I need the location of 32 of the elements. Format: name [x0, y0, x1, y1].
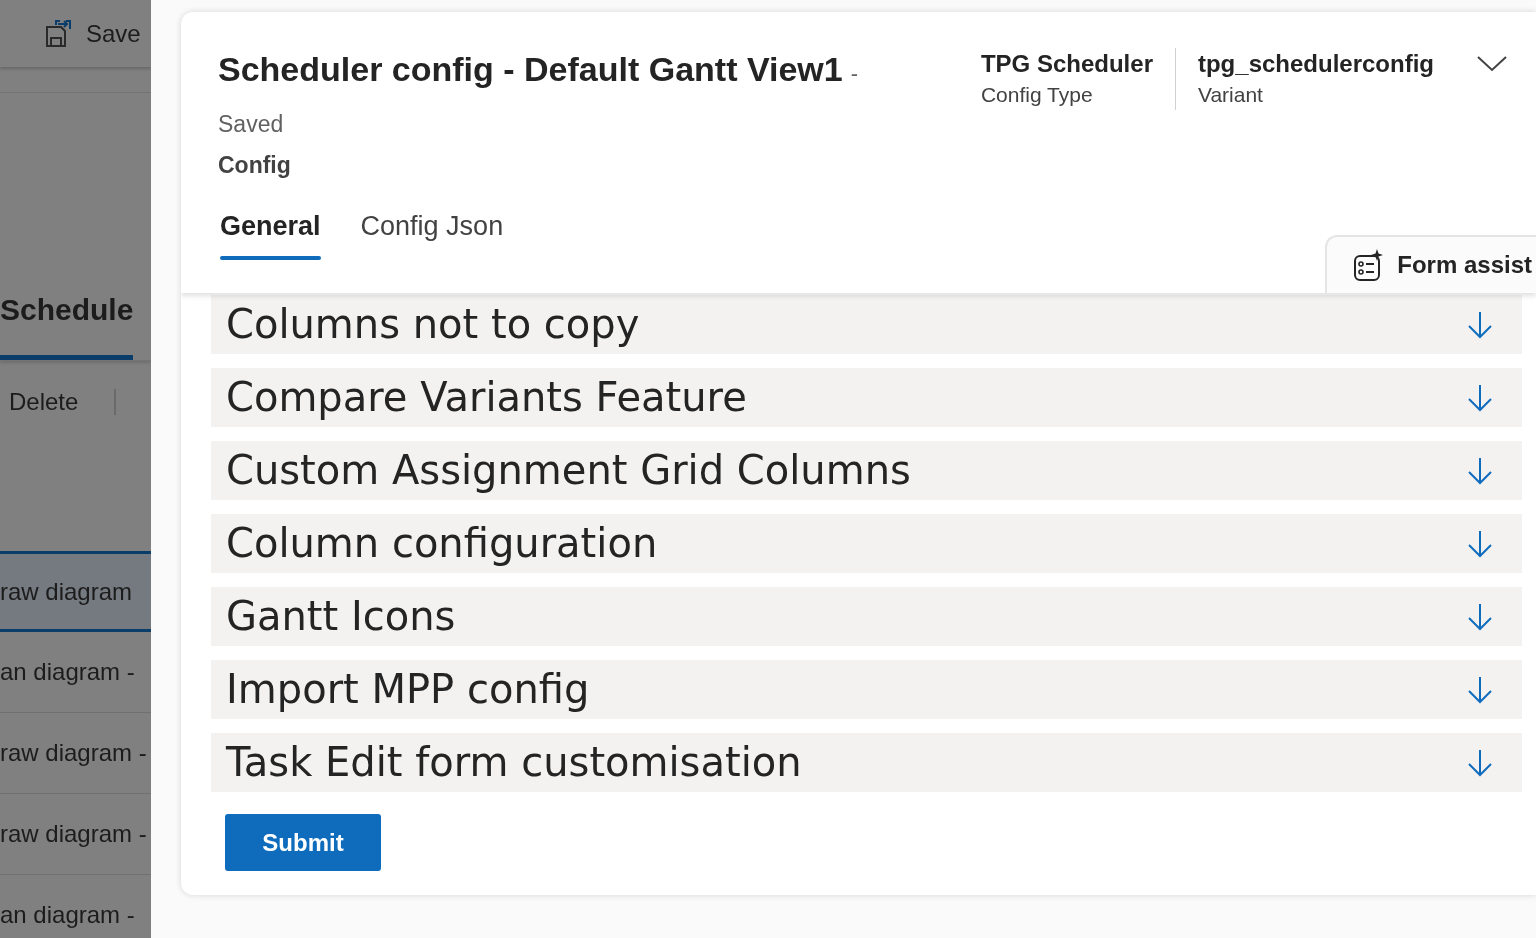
submit-button[interactable]: Submit: [225, 814, 381, 871]
accordion-section[interactable]: Task Edit form customisation: [211, 733, 1522, 792]
accordion-section[interactable]: Gantt Icons: [211, 587, 1522, 646]
accordion-section[interactable]: Columns not to copy: [211, 295, 1522, 354]
title-suffix: -: [850, 60, 859, 88]
header-field-label: Config Type: [980, 82, 1094, 108]
save-status: Saved: [218, 110, 285, 139]
delete-command[interactable]: Delete: [9, 389, 117, 415]
dialog-title: Scheduler config - Default Gantt View1: [218, 49, 843, 90]
header-field-label: Variant: [1197, 82, 1264, 108]
arrow-down-icon: [1465, 528, 1495, 559]
list-row[interactable]: raw diagram: [0, 551, 151, 632]
arrow-down-icon: [1465, 309, 1495, 340]
header-field-value: tpg_schedulerconfig: [1197, 49, 1434, 79]
accordion-section[interactable]: Compare Variants Feature: [211, 368, 1522, 427]
arrow-down-icon: [1465, 747, 1495, 778]
accordion-section[interactable]: Import MPP config: [211, 660, 1522, 719]
header-field-value: TPG Scheduler: [980, 49, 1153, 79]
form-assist-button[interactable]: Form assist: [1325, 235, 1536, 293]
arrow-down-icon: [1465, 601, 1495, 632]
tab[interactable]: Config Json: [358, 206, 506, 264]
chevron-down-icon[interactable]: [1476, 54, 1508, 74]
save-label[interactable]: Save: [86, 15, 141, 52]
accordion-section[interactable]: Column configuration: [211, 514, 1522, 573]
entity-name: Config: [218, 150, 292, 180]
arrow-down-icon: [1465, 382, 1495, 413]
tab[interactable]: Schedule: [0, 283, 134, 360]
accordion-section[interactable]: Custom Assignment Grid Columns: [211, 441, 1522, 500]
save-icon: [44, 18, 74, 49]
arrow-down-icon: [1465, 674, 1495, 705]
tab[interactable]: General: [218, 206, 323, 264]
arrow-down-icon: [1465, 455, 1495, 486]
